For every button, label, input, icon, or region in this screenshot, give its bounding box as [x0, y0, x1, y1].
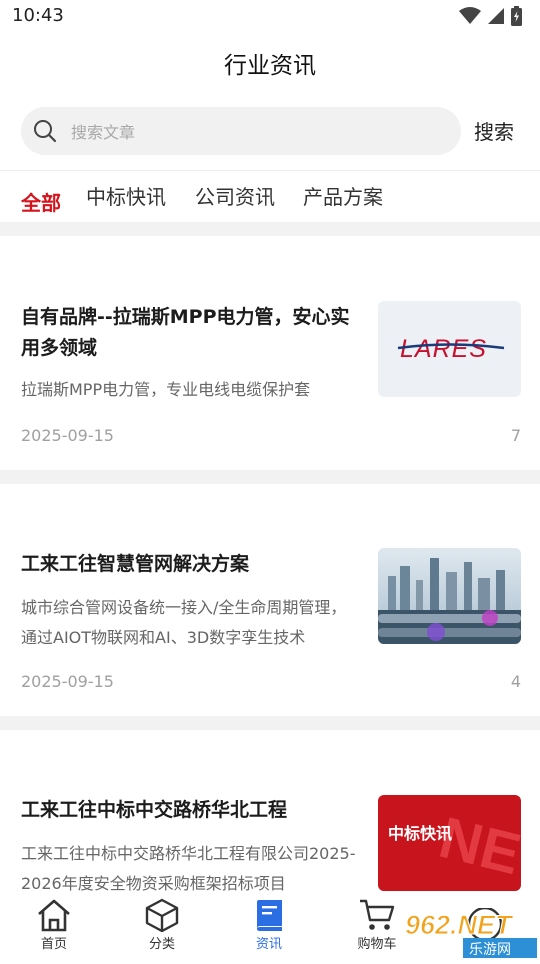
svg-text:乐游网: 乐游网: [469, 942, 511, 958]
category-tabs: 全部 中标快讯 公司资讯 产品方案: [0, 170, 540, 223]
article-summary: 工来工往中标中交路桥华北工程有限公司2025-2026年度安全物资采购框架招标项…: [21, 844, 356, 893]
home-icon: [38, 899, 70, 932]
article-summary: 拉瑞斯MPP电力管，专业电线电缆保护套: [21, 380, 311, 399]
cart-icon: [360, 899, 395, 930]
article-view-count: 7: [510, 426, 521, 445]
search-button[interactable]: 搜索: [474, 116, 514, 145]
nav-label: 首页: [40, 937, 67, 952]
article-title: 工来工往中标中交路桥华北工程: [21, 799, 288, 821]
article-title: 自有品牌--拉瑞斯MPP电力管，安心实用多领域: [21, 306, 350, 359]
article-date: 2025-09-15: [21, 672, 114, 691]
tab-bid-news[interactable]: 中标快讯: [86, 181, 166, 210]
nav-category[interactable]: 分类: [122, 898, 202, 952]
tab-all[interactable]: 全部: [21, 187, 61, 216]
article-summary: 城市综合管网设备统一接入/全生命周期管理，通过AIOT物联网和AI、3D数字孪生…: [21, 598, 347, 647]
article-thumbnail: NEW 中标快讯: [378, 795, 521, 891]
status-bar: 10:43: [0, 0, 540, 34]
divider: [0, 716, 540, 730]
watermark-logo: 962.NET 乐游网: [405, 906, 540, 960]
svg-text:962.NET: 962.NET: [405, 910, 514, 940]
nav-home[interactable]: 首页: [14, 898, 94, 952]
cube-icon: [145, 898, 179, 932]
thumbnail-logo-text: LARES: [400, 335, 487, 363]
article-title: 工来工往智慧管网解决方案: [21, 553, 250, 575]
divider: [0, 222, 540, 236]
tab-product-solutions[interactable]: 产品方案: [303, 181, 383, 210]
battery-icon: [511, 6, 522, 26]
article-date: 2025-09-15: [21, 426, 114, 445]
thumbnail-label: 中标快讯: [388, 824, 452, 843]
article-card[interactable]: 自有品牌--拉瑞斯MPP电力管，安心实用多领域 拉瑞斯MPP电力管，专业电线电缆…: [0, 236, 540, 470]
status-time: 10:43: [12, 5, 64, 26]
article-view-count: 4: [510, 672, 521, 691]
article-thumbnail: [378, 548, 521, 644]
search-icon: [34, 120, 57, 143]
article-card[interactable]: 工来工往智慧管网解决方案 城市综合管网设备统一接入/全生命周期管理，通过AIOT…: [0, 484, 540, 716]
book-icon: [257, 900, 282, 931]
article-thumbnail: LARES: [378, 301, 521, 397]
signal-icon: [488, 8, 504, 24]
nav-label: 资讯: [255, 937, 282, 952]
nav-label: 分类: [148, 937, 175, 952]
tab-company-news[interactable]: 公司资讯: [195, 181, 275, 210]
nav-news[interactable]: 资讯: [229, 898, 309, 952]
article-card[interactable]: 工来工往中标中交路桥华北工程 工来工往中标中交路桥华北工程有限公司2025-20…: [0, 730, 540, 894]
page-title: 行业资讯: [224, 53, 316, 79]
wifi-icon: [459, 7, 481, 24]
status-icons: [459, 6, 522, 26]
search-bar[interactable]: [21, 107, 461, 155]
divider: [0, 470, 540, 484]
search-input[interactable]: [69, 116, 443, 148]
